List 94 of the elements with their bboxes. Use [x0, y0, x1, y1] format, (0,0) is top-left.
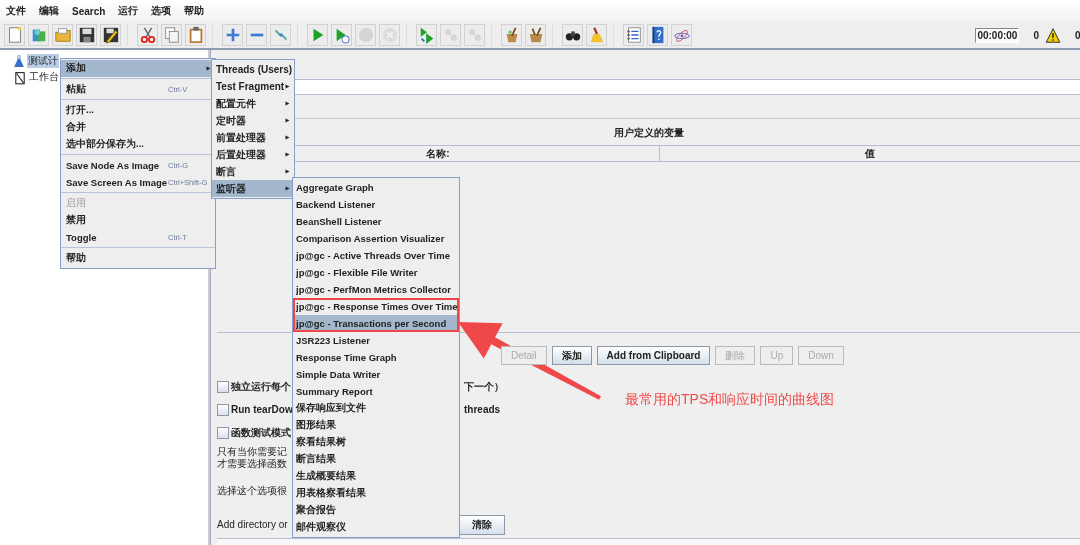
clipboard-icon[interactable] [185, 24, 206, 46]
menu-item[interactable]: 用表格察看结果 [293, 485, 459, 502]
help-text: 选择这个选项很 [217, 485, 287, 497]
option-label: 函数测试模式 [231, 426, 291, 438]
menu-item[interactable]: 运行 [117, 4, 140, 18]
binoculars-icon[interactable] [562, 24, 583, 46]
menu-item[interactable]: Response Time Graph [293, 349, 459, 366]
floppy-disk-icon[interactable] [76, 24, 97, 46]
annotation-text: 最常用的TPS和响应时间的曲线图 [625, 391, 835, 409]
menu-item[interactable]: jp@gc - Flexible File Writer [293, 264, 459, 281]
toggle-icon[interactable] [270, 24, 291, 46]
caret-icon [285, 83, 290, 90]
menu-item[interactable]: 配置元件 [212, 95, 294, 112]
books-icon[interactable] [28, 24, 49, 46]
menu-item[interactable]: 文件 [5, 4, 27, 18]
menu-item[interactable]: 察看结果树 [293, 434, 459, 451]
play-arrows-icon[interactable] [416, 24, 437, 46]
menu-item[interactable]: Aggregate Graph [293, 179, 459, 196]
menu-item[interactable]: BeanShell Listener [293, 213, 459, 230]
warning-count: 0 [1033, 29, 1039, 41]
checkbox[interactable] [217, 426, 229, 439]
menu-item[interactable]: 帮助 [183, 4, 206, 18]
form-button[interactable]: 添加 [551, 346, 592, 365]
panel-title: 用户定义的变量 [613, 127, 684, 138]
menu-item[interactable]: 选中部分保存为... [61, 136, 215, 153]
help-text: 只有当你需要记 [217, 446, 287, 458]
menu-item[interactable]: 监听器 [212, 180, 294, 197]
option-label: threads [464, 404, 501, 415]
caret-icon [285, 100, 290, 107]
clear-button[interactable]: 清除 [459, 514, 505, 535]
menu-item[interactable]: Search [71, 5, 107, 17]
menu-item[interactable]: jp@gc - PerfMon Metrics Collector [293, 281, 459, 298]
menu-item[interactable]: jp@gc - Response Times Over Time [293, 298, 459, 315]
menu-item[interactable]: Backend Listener [293, 196, 459, 213]
menu-item[interactable]: 前置处理器 [212, 129, 294, 146]
menu-item[interactable]: Test Fragment [212, 78, 294, 95]
caret-icon [285, 134, 290, 141]
column-header: 名称: [426, 148, 450, 159]
menu-item[interactable]: 禁用 [61, 212, 215, 229]
menu-item[interactable]: 生成概要结果 [293, 468, 459, 485]
help-text: 才需要选择函数 [217, 458, 287, 470]
menu-item[interactable]: 断言结果 [293, 451, 459, 468]
copy-icon[interactable] [161, 24, 182, 46]
menu-item[interactable]: 邮件观察仪 [293, 519, 459, 536]
menu-item[interactable]: 断言 [212, 163, 294, 180]
menu-item[interactable]: 聚合报告 [293, 502, 459, 519]
caret-icon [285, 117, 290, 124]
checkbox[interactable] [217, 403, 229, 416]
option-label: 独立运行每个 [231, 380, 291, 392]
broom-basket-icon[interactable] [525, 24, 546, 46]
pencil-disk-icon[interactable] [100, 24, 121, 46]
flask-icon [12, 53, 26, 69]
atom-icon[interactable] [671, 24, 692, 46]
menu-item[interactable]: Threads (Users) [212, 61, 294, 78]
option-label: 下一个） [464, 379, 504, 394]
broom-basket-icon[interactable] [501, 24, 522, 46]
blank-page-icon[interactable] [4, 24, 25, 46]
option-label: Run tearDow [231, 404, 293, 415]
column-header: 值 [865, 148, 875, 159]
menu-item[interactable]: 合并 [61, 119, 215, 136]
caret-icon [285, 185, 290, 192]
menu-item[interactable]: 打开... [61, 102, 215, 119]
broom-icon[interactable] [586, 24, 607, 46]
slashed-box-icon [13, 69, 27, 85]
menu-item[interactable]: 定时器 [212, 112, 294, 129]
menu-item[interactable]: 选项 [150, 4, 173, 18]
list-icon[interactable] [623, 24, 644, 46]
plus-icon[interactable] [222, 24, 243, 46]
menu-item[interactable]: JSR223 Listener [293, 332, 459, 349]
menu-item[interactable]: jp@gc - Active Threads Over Time [293, 247, 459, 264]
form-button[interactable]: Add from Clipboard [596, 346, 711, 365]
menu-item[interactable]: 保存响应到文件 [293, 400, 459, 417]
help-book-icon[interactable] [647, 24, 668, 46]
menu-item[interactable]: 图形结果 [293, 417, 459, 434]
menu-item[interactable]: Simple Data Writer [293, 366, 459, 383]
caret-icon [285, 151, 290, 158]
menu-item[interactable]: jp@gc - Transactions per Second [293, 315, 459, 332]
caret-icon [285, 168, 290, 175]
warning-icon [1045, 27, 1061, 43]
tree-item[interactable]: 测试计 [27, 54, 59, 68]
play-icon[interactable] [307, 24, 328, 46]
scissors-icon[interactable] [137, 24, 158, 46]
menu-item[interactable]: Comparison Assertion Visualizer [293, 230, 459, 247]
menu-item[interactable]: Summary Report [293, 383, 459, 400]
menu-item[interactable]: 后置处理器 [212, 146, 294, 163]
menu-item[interactable]: 帮助 [61, 250, 215, 267]
play-clock-icon[interactable] [331, 24, 352, 46]
checkbox[interactable] [217, 380, 229, 393]
menu-item[interactable]: 编辑 [38, 4, 60, 18]
elapsed-time: 00:00:00 [975, 27, 1020, 43]
tree-item[interactable]: 工作台 [28, 70, 60, 84]
field-label: Add directory or [217, 519, 288, 530]
error-count: 0 [1075, 29, 1080, 41]
minus-icon[interactable] [246, 24, 267, 46]
